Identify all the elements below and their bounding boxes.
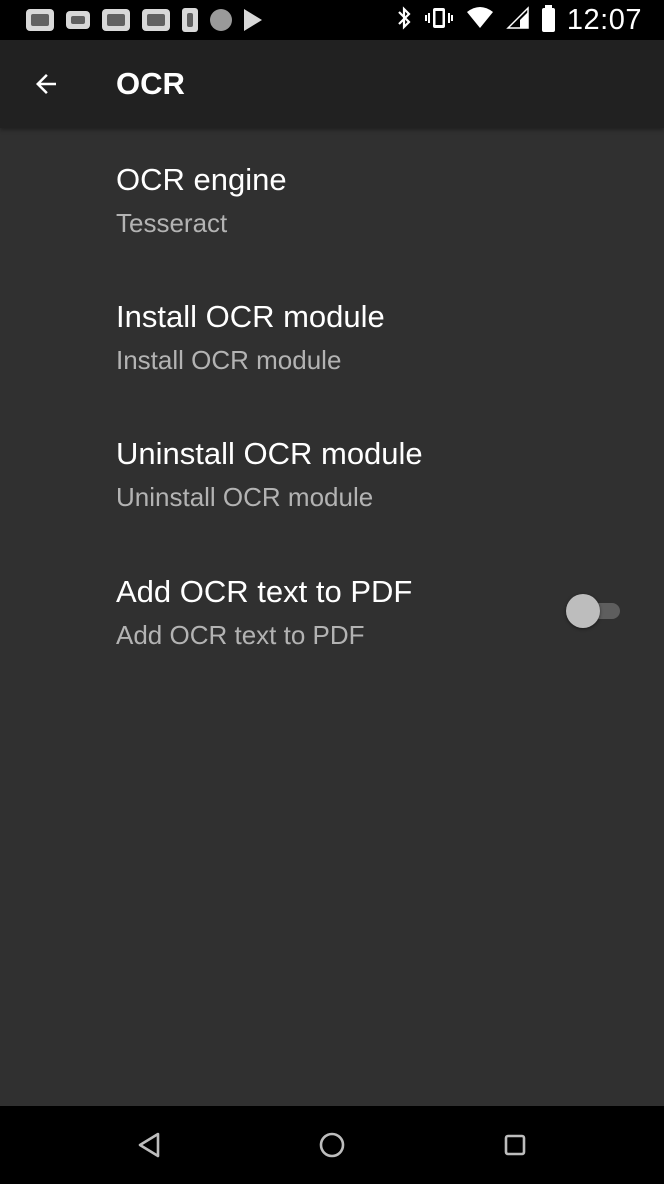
pref-title: Install OCR module bbox=[116, 299, 385, 334]
back-triangle-icon bbox=[138, 1132, 160, 1158]
back-button[interactable] bbox=[20, 58, 72, 110]
home-circle-icon bbox=[319, 1132, 345, 1158]
switch-thumb bbox=[566, 594, 600, 628]
nav-back-button[interactable] bbox=[126, 1122, 172, 1168]
signal-icon bbox=[506, 5, 530, 35]
nav-recents-button[interactable] bbox=[492, 1122, 538, 1168]
status-bar: 12:07 bbox=[0, 0, 664, 40]
pref-title: OCR engine bbox=[116, 162, 287, 197]
navigation-bar bbox=[0, 1106, 664, 1184]
phone-icon bbox=[182, 8, 198, 32]
message-icon bbox=[66, 11, 90, 29]
app-toolbar: OCR bbox=[0, 40, 664, 128]
play-store-icon bbox=[244, 9, 262, 31]
pref-summary: Install OCR module bbox=[116, 345, 342, 375]
pref-title: Add OCR text to PDF bbox=[116, 574, 413, 609]
ocr-pdf-toggle-switch[interactable] bbox=[564, 591, 622, 631]
vibrate-icon bbox=[424, 6, 454, 35]
page-title: OCR bbox=[116, 66, 185, 101]
status-time: 12:07 bbox=[566, 3, 642, 36]
wifi-icon bbox=[466, 6, 494, 35]
news-icon bbox=[142, 9, 170, 31]
pref-summary: Tesseract bbox=[116, 208, 228, 238]
pref-install-ocr-module[interactable]: Install OCR module Install OCR module bbox=[0, 277, 664, 413]
pref-uninstall-ocr-module[interactable]: Uninstall OCR module Uninstall OCR modul… bbox=[0, 414, 664, 550]
battery-icon bbox=[541, 5, 555, 32]
bluetooth-icon bbox=[396, 5, 412, 35]
pref-title: Uninstall OCR module bbox=[116, 436, 423, 471]
pref-ocr-engine[interactable]: OCR engine Tesseract bbox=[0, 140, 664, 276]
image-icon bbox=[102, 9, 130, 31]
pref-summary: Uninstall OCR module bbox=[116, 482, 374, 512]
recents-square-icon bbox=[504, 1134, 526, 1156]
arrow-back-icon bbox=[36, 74, 56, 94]
photo-icon bbox=[26, 9, 54, 31]
system-icons: 12:07 bbox=[396, 4, 642, 37]
nav-home-button[interactable] bbox=[309, 1122, 355, 1168]
pref-summary: Add OCR text to PDF bbox=[116, 620, 365, 650]
pref-add-ocr-text-to-pdf[interactable]: Add OCR text to PDF Add OCR text to PDF bbox=[0, 552, 664, 688]
notification-icons bbox=[26, 8, 262, 32]
circle-app-icon bbox=[210, 9, 232, 31]
